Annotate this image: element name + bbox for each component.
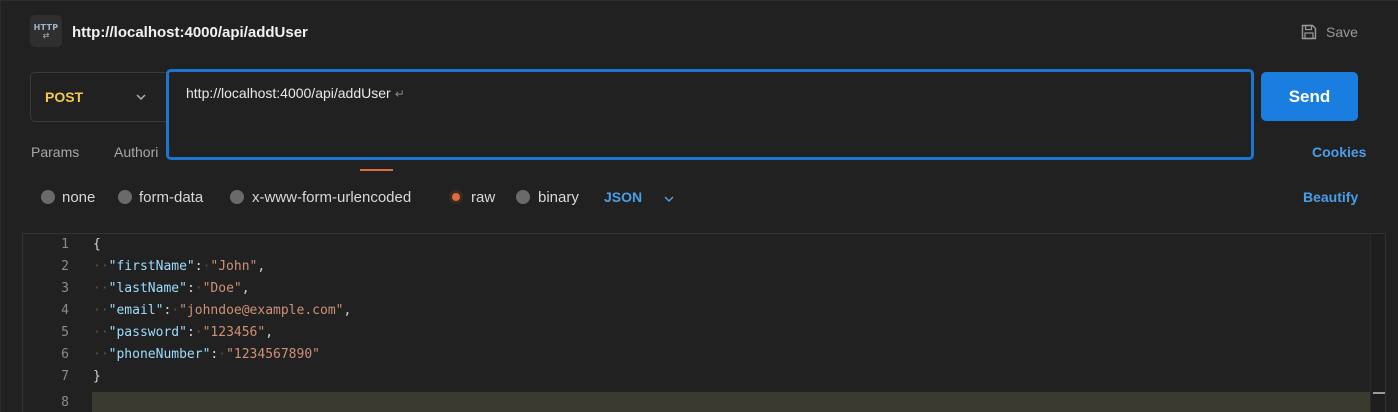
json-key: "phoneNumber" bbox=[108, 347, 211, 362]
radio-binary-label[interactable]: binary bbox=[538, 189, 579, 206]
line-number: 5 bbox=[61, 325, 69, 340]
tab-authorization[interactable]: Authori bbox=[114, 144, 158, 160]
left-border bbox=[0, 0, 1, 412]
top-border bbox=[0, 0, 1398, 1]
line-number: 4 bbox=[61, 303, 69, 318]
method-label: POST bbox=[45, 89, 84, 105]
save-label: Save bbox=[1326, 24, 1358, 40]
active-tab-indicator bbox=[360, 169, 393, 171]
swap-arrows-icon: ⇄ bbox=[42, 30, 50, 40]
scrollbar-cursor-marker bbox=[1373, 392, 1385, 394]
cookies-link[interactable]: Cookies bbox=[1312, 144, 1366, 160]
json-value: "johndoe@example.com" bbox=[179, 303, 344, 318]
json-key: "lastName" bbox=[108, 281, 187, 296]
code-line: { bbox=[93, 237, 101, 252]
chevron-down-icon[interactable] bbox=[662, 192, 676, 206]
save-icon bbox=[1301, 24, 1317, 40]
radio-urlencoded-label[interactable]: x-www-form-urlencoded bbox=[252, 189, 411, 206]
json-value: "Doe" bbox=[202, 281, 242, 296]
code-line: ··"phoneNumber":·"1234567890" bbox=[93, 347, 320, 362]
url-input[interactable]: http://localhost:4000/api/addUser ↵ bbox=[166, 69, 1254, 160]
code-line: ··"email":·"johndoe@example.com", bbox=[93, 303, 352, 318]
close-brace: } bbox=[93, 369, 101, 384]
line-number: 6 bbox=[61, 347, 69, 362]
tab-params[interactable]: Params bbox=[31, 144, 79, 160]
current-line-highlight bbox=[92, 392, 1372, 412]
radio-form-data-label[interactable]: form-data bbox=[139, 189, 203, 206]
json-key: "firstName" bbox=[108, 259, 195, 274]
radio-none-label[interactable]: none bbox=[62, 189, 95, 206]
code-line: } bbox=[93, 369, 101, 384]
json-value: "John" bbox=[210, 259, 258, 274]
method-select[interactable]: POST bbox=[30, 72, 166, 122]
line-number: 2 bbox=[61, 259, 69, 274]
format-select[interactable]: JSON bbox=[604, 189, 642, 205]
beautify-button[interactable]: Beautify bbox=[1303, 189, 1358, 205]
code-line: ··"lastName":·"Doe", bbox=[93, 281, 250, 296]
editor-scrollbar[interactable] bbox=[1370, 234, 1385, 412]
request-title[interactable]: http://localhost:4000/api/addUser bbox=[72, 24, 308, 41]
line-number: 8 bbox=[61, 395, 69, 410]
line-number: 7 bbox=[61, 369, 69, 384]
return-icon: ↵ bbox=[394, 87, 405, 101]
radio-raw-label[interactable]: raw bbox=[471, 189, 495, 206]
code-line: ··"password":·"123456", bbox=[93, 325, 274, 340]
open-brace: { bbox=[93, 237, 101, 252]
chevron-down-icon bbox=[136, 94, 146, 101]
url-text: http://localhost:4000/api/addUser bbox=[186, 85, 391, 101]
radio-form-data[interactable] bbox=[118, 190, 132, 204]
radio-none[interactable] bbox=[41, 190, 55, 204]
json-key: "email" bbox=[108, 303, 164, 318]
code-editor[interactable]: 1 2 3 4 5 6 7 8 { ··"firstName":·"John",… bbox=[22, 233, 1386, 412]
save-button[interactable]: Save bbox=[1300, 20, 1358, 44]
line-number: 1 bbox=[61, 237, 69, 252]
json-key: "password" bbox=[108, 325, 187, 340]
radio-urlencoded[interactable] bbox=[230, 190, 244, 204]
radio-binary[interactable] bbox=[516, 190, 530, 204]
code-line: ··"firstName":·"John", bbox=[93, 259, 266, 274]
json-value: "1234567890" bbox=[226, 347, 320, 362]
http-request-icon: HTTP ⇄ bbox=[30, 15, 62, 47]
json-value: "123456" bbox=[202, 325, 266, 340]
send-button[interactable]: Send bbox=[1261, 72, 1358, 121]
radio-raw[interactable] bbox=[449, 190, 463, 204]
line-number: 3 bbox=[61, 281, 69, 296]
